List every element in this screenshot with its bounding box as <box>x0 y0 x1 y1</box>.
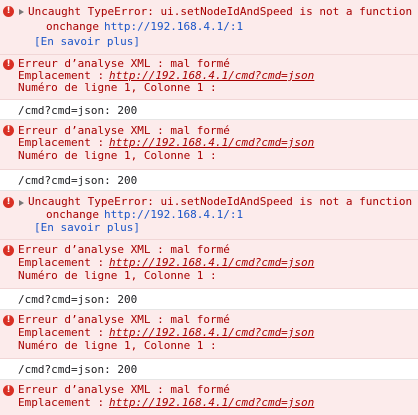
console-entry-type-error[interactable]: ! Uncaught TypeError: ui.setNodeIdAndSpe… <box>0 0 418 55</box>
error-icon: ! <box>3 245 14 256</box>
xml-error-position: Numéro de ligne 1, Colonne 1 : <box>18 269 217 282</box>
xml-error-title: Erreur d’analyse XML : mal formé <box>18 313 230 326</box>
xml-error-title: Erreur d’analyse XML : mal formé <box>18 383 230 396</box>
console-panel: ! Uncaught TypeError: ui.setNodeIdAndSpe… <box>0 0 418 415</box>
console-entry-xml-error[interactable]: ! Erreur d’analyse XML : mal formé Empla… <box>0 55 418 100</box>
console-entry-log[interactable]: /cmd?cmd=json: 200 <box>0 289 418 310</box>
expand-triangle-icon[interactable] <box>19 9 24 15</box>
console-entry-log[interactable]: /cmd?cmd=json: 200 <box>0 359 418 380</box>
xml-error-location-label: Emplacement : <box>18 256 111 269</box>
learn-more-link[interactable]: [En savoir plus] <box>34 36 140 48</box>
log-message: /cmd?cmd=json: 200 <box>18 174 138 187</box>
error-icon: ! <box>3 125 14 136</box>
console-entry-xml-error[interactable]: ! Erreur d’analyse XML : mal formé Empla… <box>0 310 418 359</box>
error-icon: ! <box>3 385 14 396</box>
learn-more-link[interactable]: [En savoir plus] <box>34 222 140 234</box>
console-entry-log[interactable]: /cmd?cmd=json: 200 <box>0 170 418 191</box>
xml-error-position: Numéro de ligne 1, Colonne 1 : <box>18 339 217 352</box>
stack-frame-link[interactable]: http://192.168.4.1/:1 <box>104 209 243 221</box>
xml-error-location-link[interactable]: http://192.168.4.1/cmd?cmd=json <box>109 327 314 339</box>
console-entry-type-error[interactable]: ! Uncaught TypeError: ui.setNodeIdAndSpe… <box>0 191 418 240</box>
console-entry-xml-error[interactable]: ! Erreur d’analyse XML : mal formé Empla… <box>0 120 418 170</box>
error-icon: ! <box>3 315 14 326</box>
error-message: Uncaught TypeError: ui.setNodeIdAndSpeed… <box>28 195 413 208</box>
xml-error-location-label: Emplacement : <box>18 136 111 149</box>
xml-error-location-link[interactable]: http://192.168.4.1/cmd?cmd=json <box>109 257 314 269</box>
log-message: /cmd?cmd=json: 200 <box>18 293 138 306</box>
xml-error-location-link[interactable]: http://192.168.4.1/cmd?cmd=json <box>109 397 314 409</box>
console-entry-xml-error[interactable]: ! Erreur d’analyse XML : mal formé Empla… <box>0 380 418 415</box>
error-message: Uncaught TypeError: ui.setNodeIdAndSpeed… <box>28 5 413 18</box>
error-icon: ! <box>3 6 14 17</box>
xml-error-position: Numéro de ligne 1, Colonne 1 : <box>18 149 217 162</box>
stack-frame-function: onchange <box>46 208 99 221</box>
xml-error-location-link[interactable]: http://192.168.4.1/cmd?cmd=json <box>109 137 314 149</box>
log-message: /cmd?cmd=json: 200 <box>18 104 138 117</box>
expand-triangle-icon[interactable] <box>19 200 24 206</box>
console-entry-log[interactable]: /cmd?cmd=json: 200 <box>0 100 418 120</box>
log-message: /cmd?cmd=json: 200 <box>18 363 138 376</box>
console-entry-xml-error[interactable]: ! Erreur d’analyse XML : mal formé Empla… <box>0 240 418 289</box>
xml-error-location-label: Emplacement : <box>18 326 111 339</box>
xml-error-location-label: Emplacement : <box>18 396 111 409</box>
stack-frame-link[interactable]: http://192.168.4.1/:1 <box>104 21 243 33</box>
error-icon: ! <box>3 197 14 208</box>
error-icon: ! <box>3 59 14 70</box>
xml-error-position: Numéro de ligne 1, Colonne 1 : <box>18 81 217 94</box>
xml-error-title: Erreur d’analyse XML : mal formé <box>18 243 230 256</box>
stack-frame-function: onchange <box>46 20 99 33</box>
